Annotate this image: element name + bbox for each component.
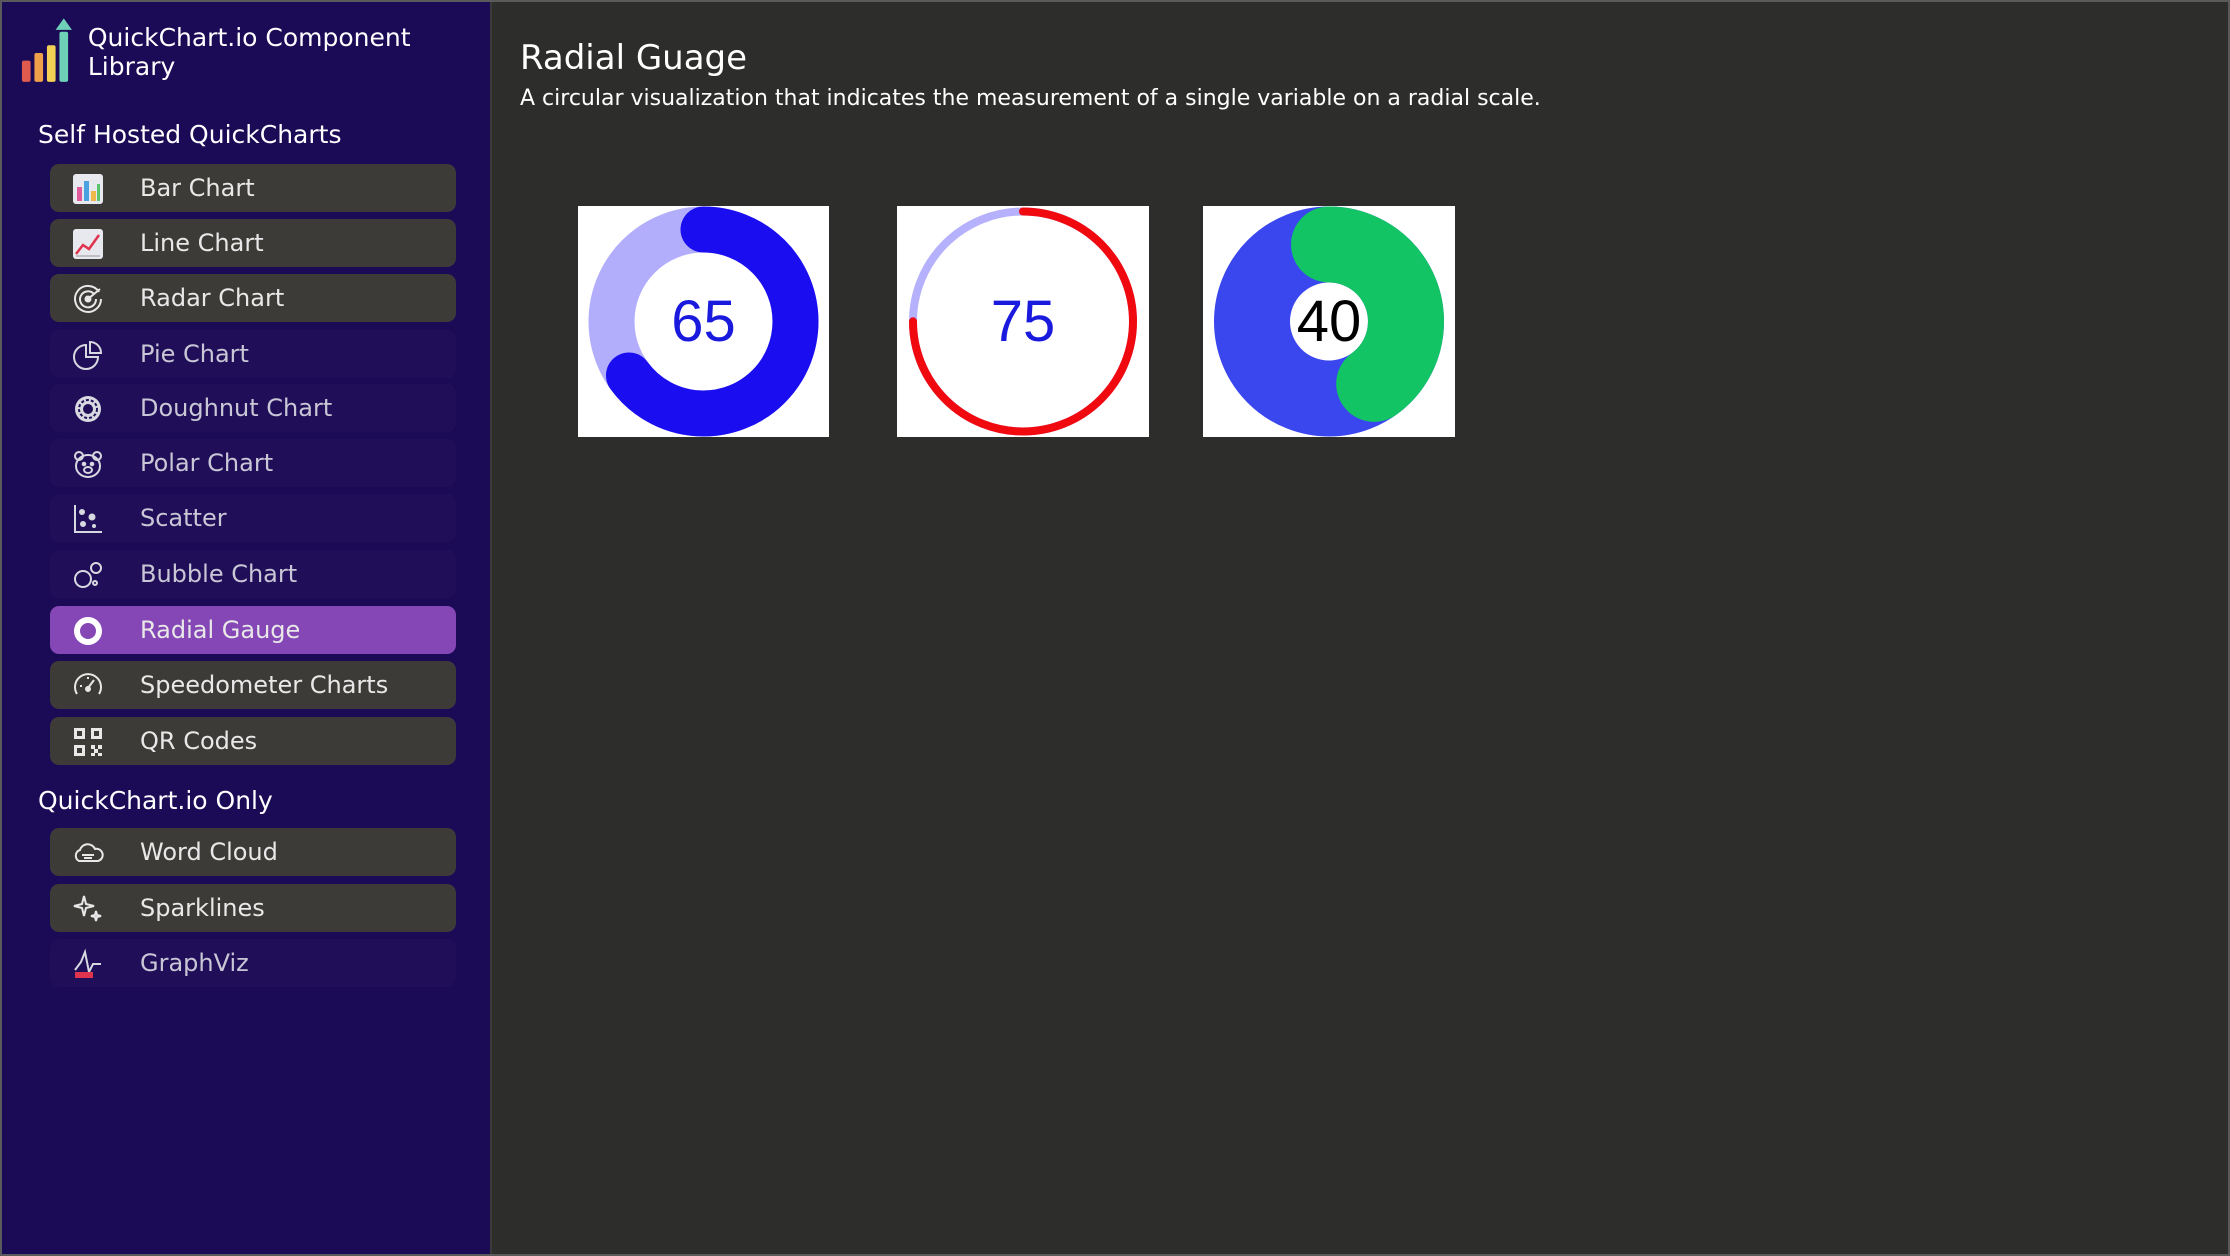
sidebar-item-label: Word Cloud <box>140 838 278 866</box>
sidebar-item-label: Pie Chart <box>140 340 249 368</box>
sparkle-icon <box>72 893 104 925</box>
sidebar: QuickChart.io Component Library Self Hos… <box>2 2 492 1254</box>
gauge-value: 65 <box>671 289 736 354</box>
sidebar-item-radial-gauge[interactable]: Radial Gauge <box>50 606 456 654</box>
polar-bear-icon <box>72 448 104 480</box>
sidebar-item-label: Line Chart <box>140 229 264 257</box>
graph-icon <box>72 948 104 980</box>
gauge-card-2: 75 <box>897 206 1149 437</box>
sidebar-item-polar-chart[interactable]: Polar Chart <box>50 439 456 487</box>
gauge-value: 40 <box>1297 289 1362 354</box>
page-title: Radial Guage <box>520 38 748 78</box>
doughnut-icon <box>72 393 104 425</box>
radial-gauge-1: 65 <box>588 206 819 437</box>
sidebar-item-qr-codes[interactable]: QR Codes <box>50 717 456 765</box>
section-quickchart-only: QuickChart.io Only <box>38 786 273 815</box>
app-window: QuickChart.io Component Library Self Hos… <box>0 0 2230 1256</box>
gauge-card-1: 65 <box>578 206 829 437</box>
sidebar-item-label: Scatter <box>140 504 227 532</box>
app-title: QuickChart.io Component Library <box>87 23 411 81</box>
page-description: A circular visualization that indicates … <box>520 86 1541 111</box>
qr-code-icon <box>72 726 104 758</box>
gauge-value: 75 <box>991 289 1056 354</box>
section-self-hosted: Self Hosted QuickCharts <box>38 120 342 149</box>
sidebar-item-bar-chart[interactable]: Bar Chart <box>50 164 456 212</box>
sidebar-item-label: Radar Chart <box>140 284 285 312</box>
sidebar-item-scatter[interactable]: Scatter <box>50 494 456 542</box>
ring-icon <box>72 615 104 647</box>
sidebar-item-radar-chart[interactable]: Radar Chart <box>50 274 456 322</box>
pie-chart-icon <box>72 339 104 371</box>
bar-chart-icon <box>72 173 104 205</box>
sidebar-item-speedometer-charts[interactable]: Speedometer Charts <box>50 661 456 709</box>
sidebar-item-pie-chart[interactable]: Pie Chart <box>50 330 456 378</box>
sidebar-item-sparklines[interactable]: Sparklines <box>50 884 456 932</box>
sidebar-item-label: Bubble Chart <box>140 560 298 588</box>
cloud-icon <box>72 837 104 869</box>
radial-gauge-3: 40 <box>1214 206 1444 437</box>
sidebar-item-doughnut-chart[interactable]: Doughnut Chart <box>50 384 456 432</box>
sidebar-item-label: GraphViz <box>140 949 249 977</box>
scatter-icon <box>72 503 104 535</box>
speedometer-icon <box>72 670 104 702</box>
sidebar-item-line-chart[interactable]: Line Chart <box>50 219 456 267</box>
sidebar-item-label: Speedometer Charts <box>140 671 389 699</box>
brand[interactable]: QuickChart.io Component Library <box>20 16 490 88</box>
radar-icon <box>72 283 104 315</box>
sidebar-item-label: Polar Chart <box>140 449 274 477</box>
radial-gauge-2: 75 <box>909 207 1137 436</box>
gauge-card-3: 40 <box>1203 206 1455 437</box>
sidebar-item-graphviz[interactable]: GraphViz <box>50 939 456 987</box>
sidebar-item-label: QR Codes <box>140 727 258 755</box>
sidebar-item-label: Radial Gauge <box>140 616 301 644</box>
bubble-icon <box>72 559 104 591</box>
line-chart-icon <box>72 228 104 260</box>
sidebar-item-label: Sparklines <box>140 894 265 922</box>
sidebar-item-word-cloud[interactable]: Word Cloud <box>50 828 456 876</box>
quickchart-logo-icon <box>21 18 72 82</box>
sidebar-item-label: Doughnut Chart <box>140 394 333 422</box>
sidebar-item-bubble-chart[interactable]: Bubble Chart <box>50 550 456 598</box>
sidebar-item-label: Bar Chart <box>140 174 255 202</box>
